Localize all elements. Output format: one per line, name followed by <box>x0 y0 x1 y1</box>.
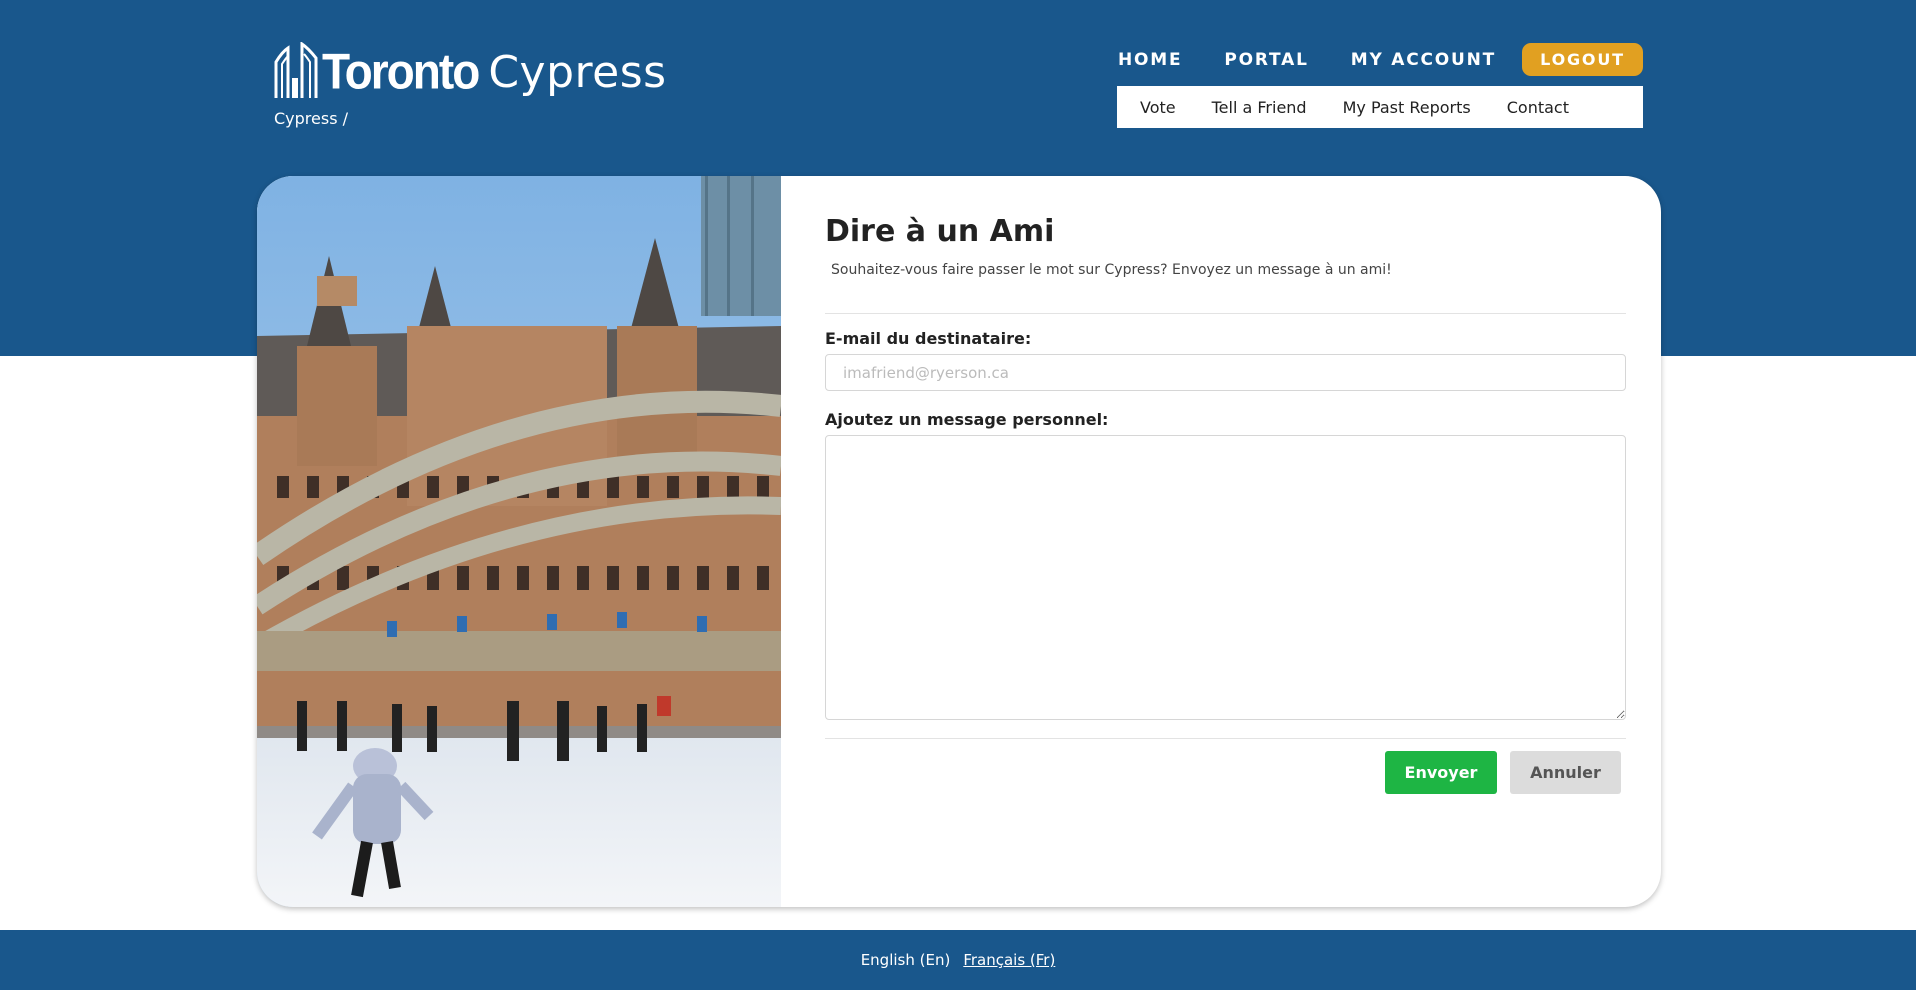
send-button[interactable]: Envoyer <box>1385 751 1497 794</box>
city-hall-skating-photo <box>257 176 781 907</box>
recipient-email-field[interactable] <box>825 354 1626 391</box>
site-logo[interactable]: Toronto Cypress <box>274 40 667 98</box>
tell-a-friend-form: Dire à un Ami Souhaitez-vous faire passe… <box>825 176 1626 907</box>
logout-button[interactable]: LOGOUT <box>1522 43 1643 76</box>
sub-nav-my-past-reports[interactable]: My Past Reports <box>1343 98 1471 117</box>
logo-toronto-text: Toronto <box>322 42 480 100</box>
sub-nav-contact[interactable]: Contact <box>1507 98 1569 117</box>
footer: English (En) Français (Fr) <box>0 930 1916 990</box>
tell-a-friend-card: Dire à un Ami Souhaitez-vous faire passe… <box>257 176 1661 907</box>
nav-my-account[interactable]: MY ACCOUNT <box>1351 50 1496 70</box>
message-label: Ajoutez un message personnel: <box>825 410 1109 429</box>
language-french-link[interactable]: Français (Fr) <box>963 951 1055 969</box>
divider <box>825 738 1626 739</box>
cancel-button[interactable]: Annuler <box>1510 751 1621 794</box>
page-subtitle: Souhaitez-vous faire passer le mot sur C… <box>831 262 1392 278</box>
personal-message-textarea[interactable] <box>825 435 1626 720</box>
breadcrumb[interactable]: Cypress / <box>274 109 348 128</box>
sub-nav-vote[interactable]: Vote <box>1140 98 1176 117</box>
nav-home[interactable]: HOME <box>1118 50 1182 70</box>
email-label: E-mail du destinataire: <box>825 329 1032 348</box>
city-hall-skating-illustration <box>257 176 781 907</box>
sub-nav: Vote Tell a Friend My Past Reports Conta… <box>1117 86 1643 128</box>
divider <box>825 313 1626 314</box>
main-nav: HOME PORTAL MY ACCOUNT <box>1118 50 1538 70</box>
logo-app-name: Cypress <box>488 47 667 98</box>
sub-nav-tell-a-friend[interactable]: Tell a Friend <box>1212 98 1307 117</box>
nav-portal[interactable]: PORTAL <box>1224 50 1308 70</box>
city-hall-towers-icon <box>274 42 318 98</box>
language-english-link[interactable]: English (En) <box>861 951 951 969</box>
page-title: Dire à un Ami <box>825 214 1055 249</box>
